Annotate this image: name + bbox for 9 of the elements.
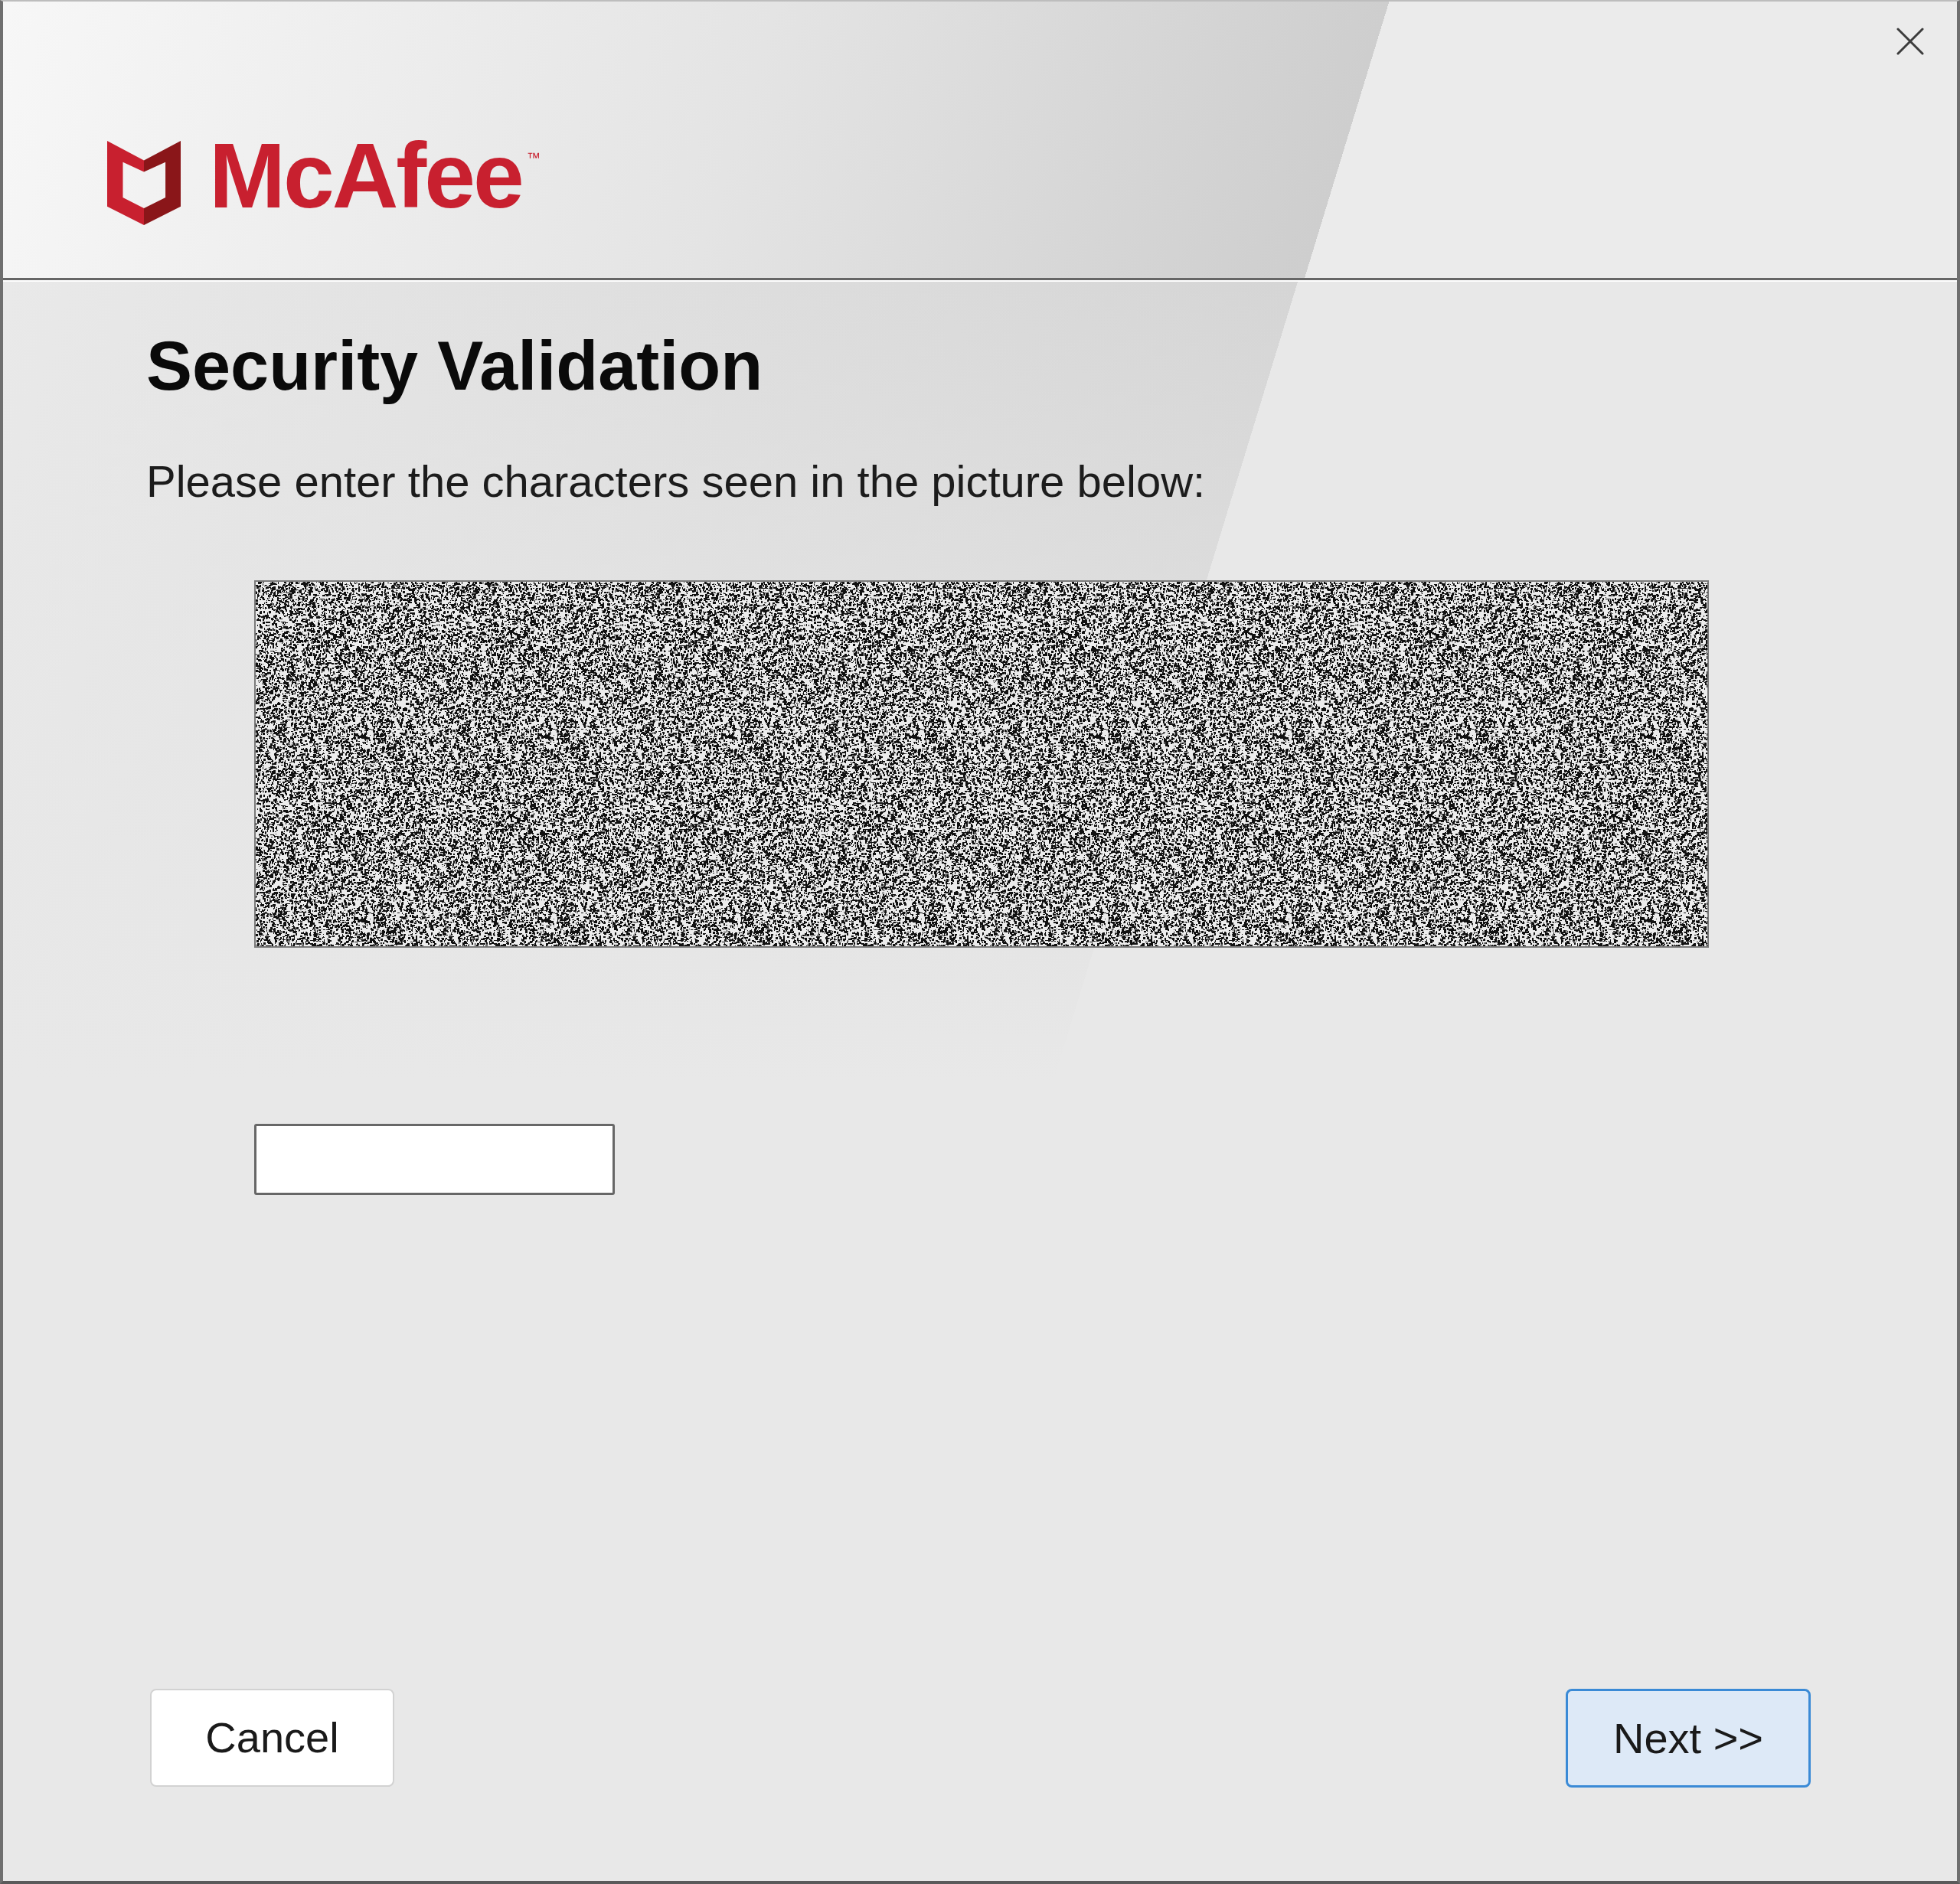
instruction-text: Please enter the characters seen in the picture below:	[146, 455, 1206, 508]
brand-name: McAfee	[209, 129, 522, 221]
next-button[interactable]: Next >>	[1566, 1689, 1811, 1788]
shield-icon	[107, 141, 181, 225]
answer-field[interactable]	[254, 1123, 615, 1195]
page-title: Security Validation	[146, 327, 763, 406]
close-icon	[1896, 28, 1924, 55]
trademark-symbol: ™	[526, 151, 541, 165]
cancel-button[interactable]: Cancel	[150, 1689, 394, 1787]
